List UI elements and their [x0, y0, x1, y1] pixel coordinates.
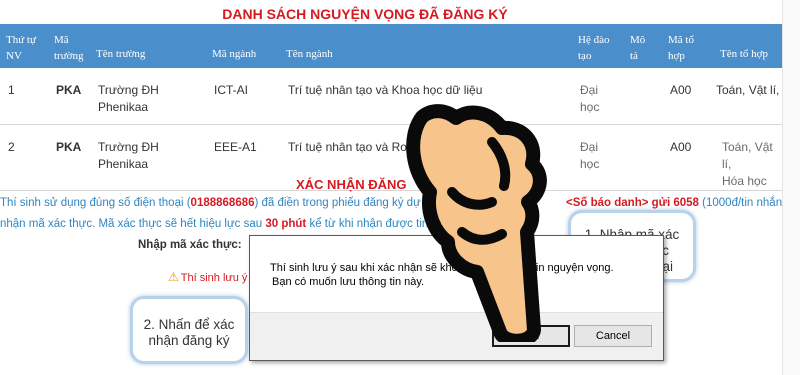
cell-ma-nganh: EEE-A1 — [206, 124, 280, 191]
scrollbar[interactable] — [782, 0, 800, 375]
cell-nv: 1 — [0, 68, 48, 125]
col-he-dao-tao: Hệ đào tạo — [572, 24, 624, 68]
cell-ma-nganh: ICT-AI — [206, 68, 280, 125]
pointing-hand-icon — [406, 104, 547, 342]
cell-ten-to-hop: Toán, Vật lí, Hóa học — [714, 68, 800, 125]
col-ma-nganh: Mã ngành — [206, 24, 280, 68]
col-ten-to-hop: Tên tổ hợp — [714, 24, 782, 68]
cell-nv: 2 — [0, 124, 48, 191]
col-ma-to-hop: Mã tổ hợp — [662, 24, 714, 68]
warning-triangle-icon: ⚠ — [168, 270, 179, 284]
cell-ma-truong: PKA — [48, 68, 90, 125]
col-ma-truong: Mã trường — [48, 24, 90, 68]
cell-mo-ta — [624, 68, 662, 125]
step2-bubble: 2. Nhấn để xác nhận đăng ký — [130, 296, 248, 364]
page-title: DANH SÁCH NGUYỆN VỌNG ĐÃ ĐĂNG KÝ — [222, 6, 508, 22]
col-ten-truong: Tên trường — [90, 24, 206, 68]
col-ten-nganh: Tên ngành — [280, 24, 572, 68]
col-mo-ta: Mô tả — [624, 24, 662, 68]
cell-ten-to-hop: Toán, Vật lí, Hóa học — [714, 124, 782, 191]
phone-number: 0188868686 — [190, 197, 255, 209]
cell-ma-to-hop: A00 — [662, 68, 714, 125]
warning-note: ⚠ Thí sinh lưu ý — [168, 270, 248, 284]
cell-ten-truong: Trường ĐH Phenikaa — [90, 124, 206, 191]
cell-ma-truong: PKA — [48, 124, 90, 191]
cell-ten-truong: Trường ĐH Phenikaa — [90, 68, 206, 125]
cell-ma-to-hop: A00 — [662, 124, 714, 191]
cell-mo-ta — [624, 124, 662, 191]
table-header-row: Thứ tự NV Mã trường Tên trường Mã ngành Tê… — [0, 24, 782, 68]
code-label: Nhập mã xác thực: — [138, 239, 242, 251]
col-thu-tu: Thứ tự NV — [0, 24, 48, 68]
